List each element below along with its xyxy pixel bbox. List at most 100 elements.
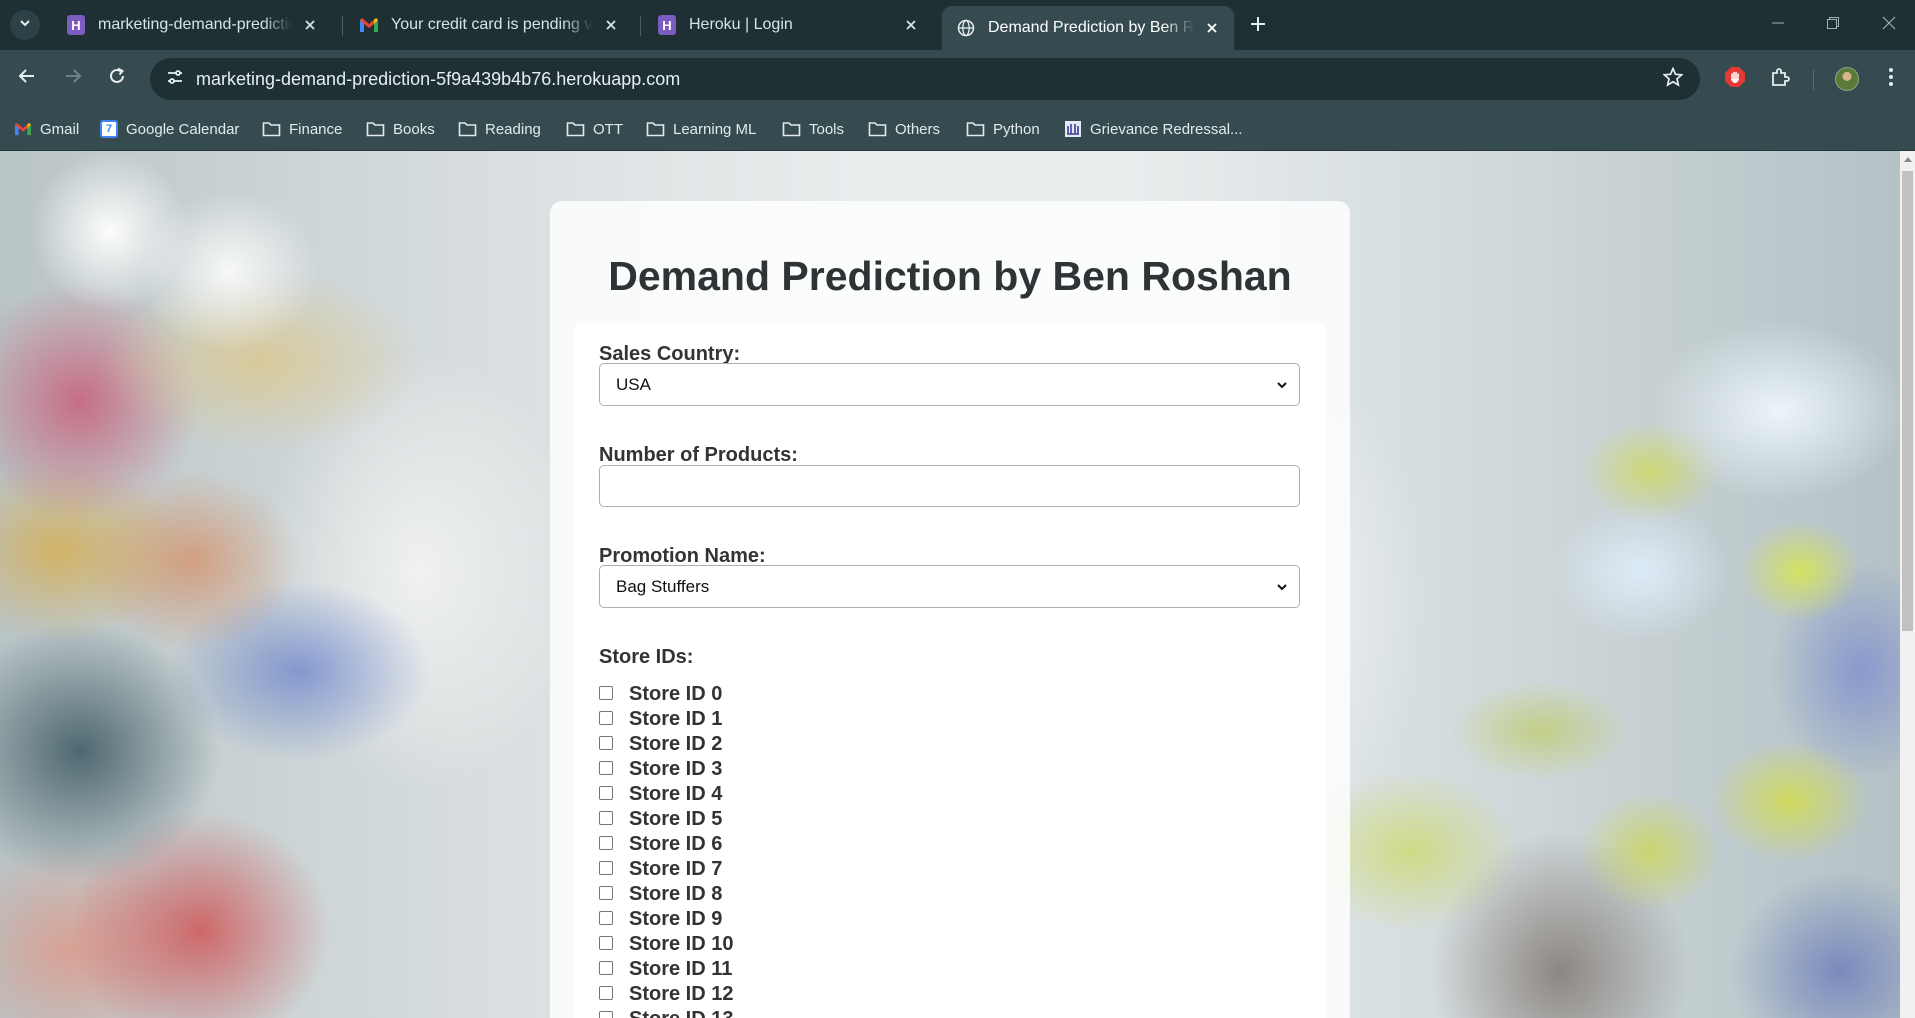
store-checkbox[interactable] <box>599 685 613 700</box>
num-products-label: Number of Products: <box>599 444 798 466</box>
tab-title: Demand Prediction by Ben Roshan <box>988 19 1194 36</box>
browser-toolbar: marketing-demand-prediction-5f9a439b4b76… <box>0 50 1915 108</box>
bookmark-folder-learning-ml[interactable]: Learning ML <box>646 117 756 141</box>
store-option[interactable]: Store ID 2 <box>599 732 733 757</box>
store-option[interactable]: Store ID 13 <box>599 1007 733 1018</box>
prediction-form: Sales Country: USA Number of Products: P… <box>574 323 1326 1018</box>
toolbar-divider <box>1813 70 1814 90</box>
tab-search-button[interactable] <box>10 10 40 40</box>
tab-heroku-login[interactable]: H Heroku | Login <box>643 6 933 44</box>
restore-icon <box>1826 16 1840 35</box>
bookmark-label: Books <box>393 120 435 138</box>
store-checkbox[interactable] <box>599 760 613 775</box>
store-checkbox[interactable] <box>599 935 613 950</box>
store-checkbox[interactable] <box>599 885 613 900</box>
gmail-icon <box>14 122 32 136</box>
store-option[interactable]: Store ID 10 <box>599 932 733 957</box>
close-icon[interactable] <box>599 13 623 37</box>
close-window-button[interactable] <box>1866 8 1912 42</box>
folder-icon <box>646 121 665 137</box>
store-checkbox[interactable] <box>599 985 613 1000</box>
tab-title: Your credit card is pending verification <box>391 16 593 33</box>
bookmark-folder-finance[interactable]: Finance <box>262 117 342 141</box>
tab-gmail[interactable]: Your credit card is pending verification <box>345 6 633 44</box>
store-checkbox[interactable] <box>599 1010 613 1018</box>
store-label: Store ID 13 <box>629 1008 733 1018</box>
bookmark-star-button[interactable] <box>1660 65 1686 92</box>
bookmark-label: Grievance Redressal... <box>1090 120 1243 138</box>
close-icon[interactable] <box>899 13 923 37</box>
store-label: Store ID 3 <box>629 758 723 780</box>
store-option[interactable]: Store ID 7 <box>599 857 733 882</box>
bookmark-label: Google Calendar <box>126 120 240 138</box>
store-checkbox[interactable] <box>599 785 613 800</box>
tab-separator <box>640 16 641 36</box>
store-option[interactable]: Store ID 5 <box>599 807 733 832</box>
store-option[interactable]: Store ID 8 <box>599 882 733 907</box>
bookmark-folder-ott[interactable]: OTT <box>566 117 623 141</box>
page-title: Demand Prediction by Ben Roshan <box>608 253 1292 299</box>
store-option[interactable]: Store ID 12 <box>599 982 733 1007</box>
bookmark-label: Python <box>993 120 1040 138</box>
forward-button[interactable] <box>58 63 88 93</box>
bookmark-folder-books[interactable]: Books <box>366 117 435 141</box>
folder-icon <box>366 121 385 137</box>
store-checkbox[interactable] <box>599 710 613 725</box>
bookmark-folder-others[interactable]: Others <box>868 117 940 141</box>
bookmark-grievance-redressal[interactable]: Grievance Redressal... <box>1064 117 1243 141</box>
tab-heroku-app[interactable]: H marketing-demand-prediction · App · He… <box>52 6 332 44</box>
store-option[interactable]: Store ID 11 <box>599 957 733 982</box>
close-icon[interactable] <box>298 13 322 37</box>
tab-strip: H marketing-demand-prediction · App · He… <box>0 0 1915 50</box>
store-option[interactable]: Store ID 1 <box>599 707 733 732</box>
scrollbar-thumb[interactable] <box>1902 171 1913 631</box>
page-background: Demand Prediction by Ben Roshan Sales Co… <box>0 151 1900 1018</box>
extensions-button[interactable] <box>1764 63 1796 95</box>
emblem-icon <box>1064 120 1082 138</box>
minimize-button[interactable] <box>1755 8 1801 42</box>
extension-adblock-button[interactable] <box>1719 63 1751 95</box>
store-label: Store ID 5 <box>629 808 723 830</box>
tune-icon <box>166 68 184 91</box>
site-info-button[interactable] <box>160 64 190 94</box>
store-option[interactable]: Store ID 3 <box>599 757 733 782</box>
minimize-icon <box>1771 16 1785 35</box>
new-tab-button[interactable] <box>1244 12 1272 40</box>
store-option[interactable]: Store ID 6 <box>599 832 733 857</box>
bookmark-folder-reading[interactable]: Reading <box>458 117 541 141</box>
num-products-input[interactable] <box>599 465 1300 507</box>
store-option[interactable]: Store ID 4 <box>599 782 733 807</box>
store-checkbox[interactable] <box>599 960 613 975</box>
store-checkbox[interactable] <box>599 810 613 825</box>
bookmark-google-calendar[interactable]: 7 Google Calendar <box>100 117 239 141</box>
profile-button[interactable] <box>1831 63 1863 95</box>
store-label: Store ID 10 <box>629 933 734 955</box>
close-icon[interactable] <box>1200 16 1224 40</box>
promotion-name-value: Bag Stuffers <box>616 576 710 596</box>
store-checkbox[interactable] <box>599 835 613 850</box>
restore-button[interactable] <box>1810 8 1856 42</box>
store-checkbox[interactable] <box>599 860 613 875</box>
sales-country-select[interactable]: USA <box>599 363 1300 406</box>
bookmark-folder-python[interactable]: Python <box>966 117 1040 141</box>
page-scrollbar[interactable] <box>1900 151 1915 1018</box>
avatar <box>1835 67 1859 91</box>
promotion-name-select[interactable]: Bag Stuffers <box>599 565 1300 608</box>
sales-country-value: USA <box>616 374 651 394</box>
store-label: Store ID 4 <box>629 783 723 805</box>
address-bar[interactable]: marketing-demand-prediction-5f9a439b4b76… <box>150 58 1700 100</box>
chrome-menu-button[interactable] <box>1875 63 1907 95</box>
url-text[interactable]: marketing-demand-prediction-5f9a439b4b76… <box>196 69 680 90</box>
store-checkbox[interactable] <box>599 735 613 750</box>
store-option[interactable]: Store ID 9 <box>599 907 733 932</box>
tab-demand-prediction[interactable]: Demand Prediction by Ben Roshan <box>942 6 1234 50</box>
store-option[interactable]: Store ID 0 <box>599 682 733 707</box>
scroll-up-arrow[interactable] <box>1904 157 1912 162</box>
back-button[interactable] <box>12 63 42 93</box>
store-checkbox[interactable] <box>599 910 613 925</box>
tab-separator <box>342 16 343 36</box>
bookmark-gmail[interactable]: Gmail <box>14 117 79 141</box>
reload-button[interactable] <box>102 63 132 93</box>
store-label: Store ID 11 <box>629 958 733 980</box>
bookmark-folder-tools[interactable]: Tools <box>782 117 844 141</box>
